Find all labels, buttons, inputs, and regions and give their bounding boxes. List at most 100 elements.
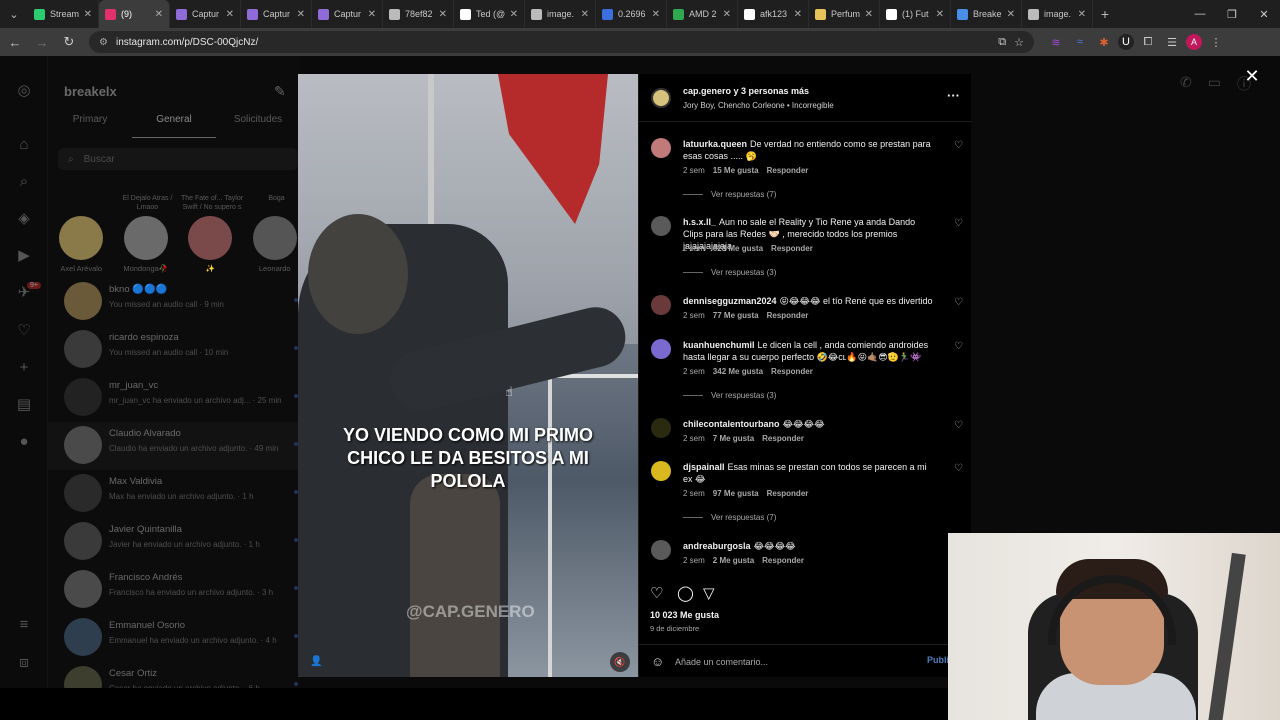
note-item[interactable]: Axel Arévalo — [56, 194, 107, 274]
comment-icon[interactable]: ◯ — [677, 584, 694, 602]
share-icon[interactable]: ▽ — [703, 584, 715, 602]
site-info-icon[interactable]: ⚙ — [99, 37, 108, 48]
tab-close-icon[interactable]: ✕ — [723, 9, 731, 20]
browser-tab[interactable]: image. ✕ — [525, 0, 596, 28]
profile-icon[interactable]: ● — [14, 431, 34, 451]
extension-icon[interactable]: ≈ — [1070, 32, 1090, 52]
browser-tab[interactable]: 78ef82 ✕ — [383, 0, 454, 28]
new-tab-icon[interactable]: + — [1093, 6, 1117, 22]
conversation-item[interactable]: mr_juan_vc mr_juan_vc ha enviado un archi… — [48, 374, 300, 422]
note-item[interactable]: El Dejalo Atras / Lmaoo Mondonga🥀 — [121, 194, 173, 274]
comment-like-heart-icon[interactable]: ♡ — [954, 341, 963, 352]
search-icon[interactable]: ⌕ — [14, 171, 34, 191]
comment-like-heart-icon[interactable]: ♡ — [954, 140, 963, 151]
emoji-icon[interactable]: ☺ — [651, 654, 664, 669]
tab-close-icon[interactable]: ✕ — [226, 9, 234, 20]
comment-like-heart-icon[interactable]: ♡ — [954, 218, 963, 229]
tab-close-icon[interactable]: ✕ — [1078, 9, 1086, 20]
new-message-icon[interactable]: ✎ — [274, 83, 286, 100]
browser-tab[interactable]: Stream ✕ — [28, 0, 99, 28]
comment-like-heart-icon[interactable]: ♡ — [954, 420, 963, 431]
tab-close-icon[interactable]: ✕ — [368, 9, 376, 20]
commenter-username[interactable]: latuurka.queen — [683, 139, 747, 149]
dashboard-icon[interactable]: ▤ — [14, 394, 34, 414]
browser-tab[interactable]: Perfum ✕ — [809, 0, 880, 28]
author-avatar[interactable] — [651, 88, 671, 108]
commenter-username[interactable]: dennisegguzman2024 — [683, 296, 777, 306]
cast-icon[interactable]: ⧉ — [998, 36, 1006, 49]
view-replies-button[interactable]: Ver respuestas (3) — [683, 391, 776, 400]
comment-likes[interactable]: 77 Me gusta — [713, 311, 759, 320]
browser-tab[interactable]: afk123 ✕ — [738, 0, 809, 28]
browser-tab[interactable]: Captur ✕ — [241, 0, 312, 28]
commenter-username[interactable]: djspainall — [683, 462, 725, 472]
commenter-avatar[interactable] — [651, 339, 671, 359]
comment-likes[interactable]: 15 Me gusta — [713, 166, 759, 175]
commenter-avatar[interactable] — [651, 295, 671, 315]
instagram-logo-icon[interactable]: ◎ — [14, 80, 34, 100]
minimize-icon[interactable]: — — [1184, 0, 1216, 28]
comment-likes[interactable]: 342 Me gusta — [713, 367, 763, 376]
conversation-item[interactable]: Claudio Alvarado Claudio ha enviado un ar… — [48, 422, 300, 470]
conversation-item[interactable]: ricardo espinoza You missed an audio call… — [48, 326, 300, 374]
note-item[interactable]: The Fate of... Taylor Swift / No supero … — [181, 194, 243, 274]
tab-close-icon[interactable]: ✕ — [865, 9, 873, 20]
profile-avatar[interactable]: A — [1186, 34, 1202, 50]
close-icon[interactable]: ✕ — [1242, 66, 1262, 86]
tab-close-icon[interactable]: ✕ — [510, 9, 518, 20]
post-authors[interactable]: cap.genero y 3 personas más — [683, 86, 809, 96]
browser-tab[interactable]: Captur ✕ — [170, 0, 241, 28]
view-replies-button[interactable]: Ver respuestas (7) — [683, 513, 776, 522]
extension-icon[interactable]: ✱ — [1094, 32, 1114, 52]
extensions-puzzle-icon[interactable]: ⧠ — [1138, 32, 1158, 52]
browser-tab[interactable]: image. ✕ — [1022, 0, 1093, 28]
mute-icon[interactable]: 🔇 — [610, 652, 630, 672]
commenter-avatar[interactable] — [651, 216, 671, 236]
more-options-icon[interactable]: ··· — [947, 88, 960, 103]
conversation-item[interactable]: Javier Quintanilla Javier ha enviado un a… — [48, 518, 300, 566]
commenter-avatar[interactable] — [651, 540, 671, 560]
back-icon[interactable]: ← — [3, 30, 27, 54]
like-heart-icon[interactable]: ♡ — [650, 584, 663, 602]
note-item[interactable]: Boga Leonardo — [250, 194, 301, 274]
browser-tab[interactable]: Ted (@ ✕ — [454, 0, 525, 28]
browser-tab[interactable]: AMD 2 ✕ — [667, 0, 738, 28]
comment-likes[interactable]: 97 Me gusta — [713, 489, 759, 498]
dm-username[interactable]: breakelx — [64, 84, 117, 99]
comment-likes[interactable]: 7 Me gusta — [713, 434, 754, 443]
more-menu-icon[interactable]: ≡ — [14, 614, 34, 634]
tagged-user-icon[interactable]: 👤 — [310, 656, 322, 667]
reload-icon[interactable]: ↻ — [57, 30, 81, 54]
extension-icon[interactable]: ≋ — [1046, 32, 1066, 52]
tab-general[interactable]: General — [132, 114, 216, 138]
comment-like-heart-icon[interactable]: ♡ — [954, 297, 963, 308]
reel-video[interactable]: YO VIENDO COMO MI PRIMO CHICO LE DA BESI… — [298, 74, 638, 677]
commenter-username[interactable]: kuanhuenchumil — [683, 340, 755, 350]
forward-icon[interactable]: → — [30, 30, 54, 54]
conversation-item[interactable]: Emmanuel Osorio Emmanuel ha enviado un ar… — [48, 614, 300, 662]
tab-close-icon[interactable]: ✕ — [297, 9, 305, 20]
commenter-username[interactable]: chilecontalentourbano — [683, 419, 780, 429]
total-likes[interactable]: 10 023 Me gusta — [650, 610, 719, 620]
create-icon[interactable]: + — [14, 357, 34, 377]
tab-close-icon[interactable]: ✕ — [794, 9, 802, 20]
phone-icon[interactable]: ✆ — [1180, 74, 1192, 94]
browser-tab[interactable]: Breake ✕ — [951, 0, 1022, 28]
reply-button[interactable]: Responder — [771, 367, 813, 376]
video-call-icon[interactable]: ▭ — [1208, 74, 1221, 94]
commenter-avatar[interactable] — [651, 418, 671, 438]
restore-icon[interactable]: ❐ — [1216, 0, 1248, 28]
tab-close-icon[interactable]: ✕ — [439, 9, 447, 20]
tab-close-icon[interactable]: ✕ — [155, 9, 163, 20]
commenter-username[interactable]: h.s.x.ll_ — [683, 217, 716, 227]
tab-close-icon[interactable]: ✕ — [84, 9, 92, 20]
reply-button[interactable]: Responder — [762, 556, 804, 565]
browser-tab[interactable]: Captur ✕ — [312, 0, 383, 28]
home-icon[interactable]: ⌂ — [14, 134, 34, 154]
reply-button[interactable]: Responder — [767, 311, 809, 320]
browser-tab[interactable]: (9) ✕ — [99, 0, 170, 28]
comment-like-heart-icon[interactable]: ♡ — [954, 463, 963, 474]
reply-button[interactable]: Responder — [767, 489, 809, 498]
dm-search-input[interactable]: ⌕ Buscar — [58, 148, 298, 170]
tab-close-icon[interactable]: ✕ — [652, 9, 660, 20]
